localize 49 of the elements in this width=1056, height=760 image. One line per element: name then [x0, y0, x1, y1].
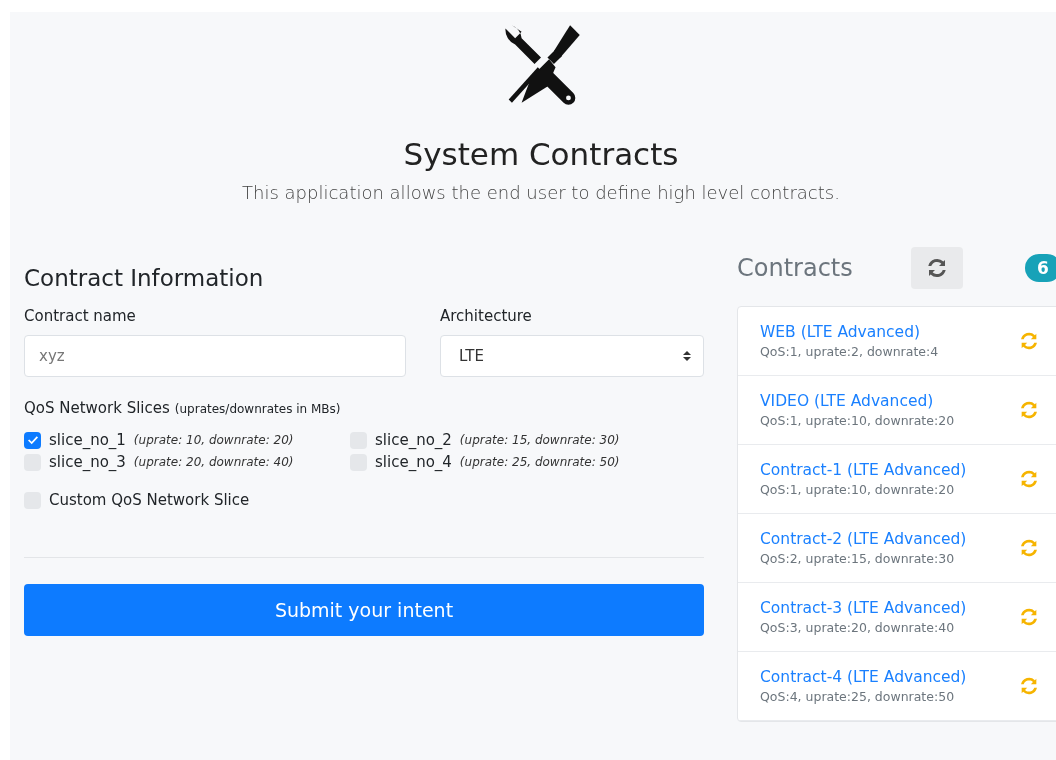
contract-details: QoS:1, uprate:2, downrate:4: [760, 344, 940, 359]
slices-label: QoS Network Slices: [24, 399, 170, 417]
count-badge: 6: [1025, 254, 1056, 282]
contract-title: Contract-2 (LTE Advanced): [760, 530, 968, 548]
slices-note: (uprates/downrates in MBs): [174, 402, 341, 416]
contract-title: Contract-3 (LTE Advanced): [760, 599, 968, 617]
select-field[interactable]: LTE: [440, 335, 704, 377]
contract-item[interactable]: Contract-4 (LTE Advanced) QoS:4, uprate:25, downrate:50: [738, 652, 1056, 721]
slice-rates: (uprate: 25, downrate: 50): [459, 455, 620, 469]
section-heading: Contracts: [737, 254, 854, 282]
text-input[interactable]: xyz: [24, 335, 406, 377]
contract-title: VIDEO (LTE Advanced): [760, 392, 935, 410]
slice-rates: (uprate: 10, downrate: 20): [133, 433, 294, 447]
refresh-icon[interactable]: [1018, 606, 1040, 628]
checkbox-label: slice_no_3: [49, 453, 126, 471]
refresh-icon[interactable]: [1018, 675, 1040, 697]
page-title: System Contracts: [403, 136, 679, 172]
checkbox[interactable]: [24, 431, 41, 449]
refresh-icon: [925, 256, 949, 280]
checkbox-label: slice_no_1: [49, 431, 126, 449]
contract-title: Contract-1 (LTE Advanced): [760, 461, 968, 479]
checkbox-label: slice_no_4: [375, 453, 452, 471]
checkbox-label: slice_no_2: [375, 431, 452, 449]
contract-details: QoS:3, uprate:20, downrate:40: [760, 620, 956, 635]
contract-details: QoS:1, uprate:10, downrate:20: [760, 482, 956, 497]
refresh-button[interactable]: [911, 247, 963, 289]
contract-title: Contract-4 (LTE Advanced): [760, 668, 968, 686]
contract-details: QoS:2, uprate:15, downrate:30: [760, 551, 956, 566]
page-subtitle: This application allows the end user to define high level contracts.: [242, 182, 840, 203]
slice-rates: (uprate: 15, downrate: 30): [459, 433, 620, 447]
contract-details: QoS:4, uprate:25, downrate:50: [760, 689, 956, 704]
submit-button[interactable]: Submit your intent: [24, 584, 704, 636]
field-label: Contract name: [24, 307, 137, 325]
up-down-caret-icon: [683, 351, 691, 361]
contract-details: QoS:1, uprate:10, downrate:20: [760, 413, 956, 428]
refresh-icon[interactable]: [1018, 537, 1040, 559]
refresh-icon[interactable]: [1018, 468, 1040, 490]
contract-title: WEB (LTE Advanced): [760, 323, 922, 341]
refresh-icon[interactable]: [1018, 330, 1040, 352]
refresh-icon[interactable]: [1018, 399, 1040, 421]
slice-rates: (uprate: 20, downrate: 40): [133, 455, 294, 469]
section-heading: Contract Information: [24, 265, 265, 291]
contract-item[interactable]: Contract-2 (LTE Advanced) QoS:2, uprate:15, downrate:30: [738, 514, 1056, 583]
contract-item[interactable]: Contract-1 (LTE Advanced) QoS:1, uprate:10, downrate:20: [738, 445, 1056, 514]
checkbox-label: Custom QoS Network Slice: [49, 491, 250, 509]
contract-item[interactable]: VIDEO (LTE Advanced) QoS:1, uprate:10, downrate:20: [738, 376, 1056, 445]
contract-item[interactable]: Contract-3 (LTE Advanced) QoS:3, uprate:20, downrate:40: [738, 583, 1056, 652]
contract-item[interactable]: WEB (LTE Advanced) QoS:1, uprate:2, downrate:4: [738, 307, 1056, 376]
field-label: Architecture: [440, 307, 533, 325]
